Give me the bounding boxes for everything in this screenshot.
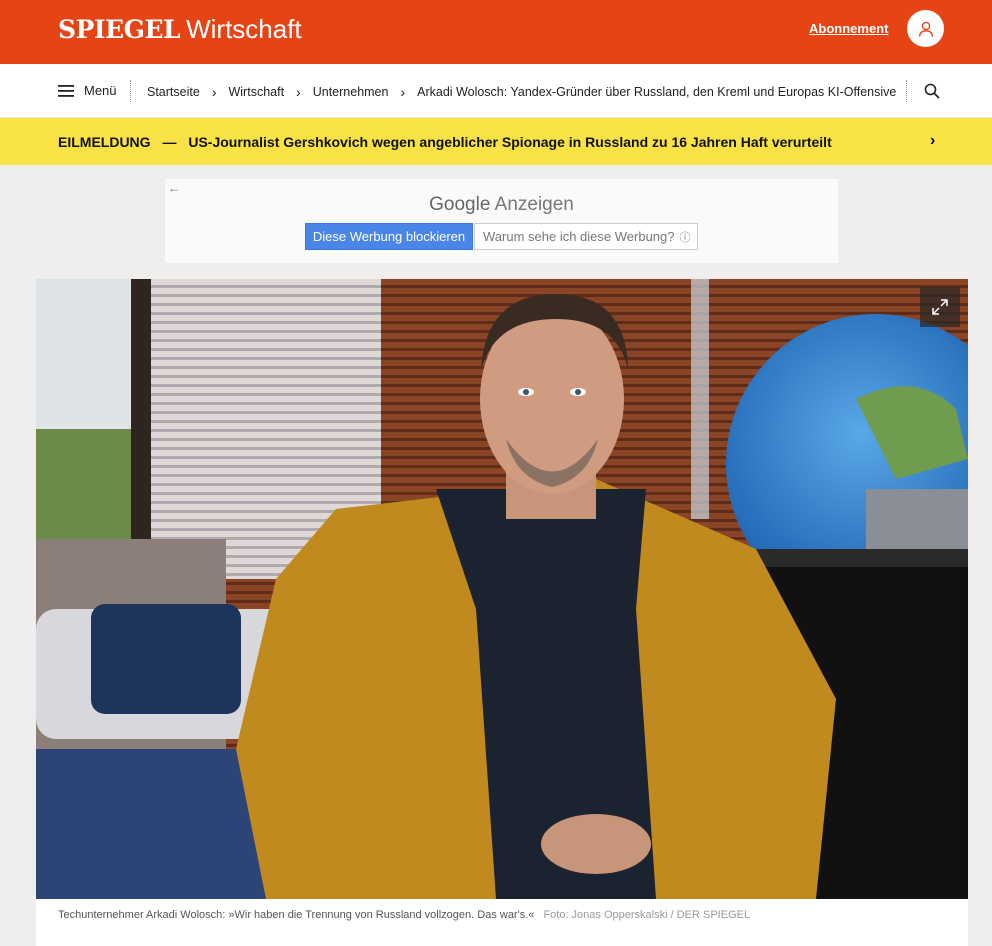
breaking-news-banner[interactable]: EILMELDUNG — US-Journalist Gershkovich w…	[0, 118, 992, 165]
breaking-label: EILMELDUNG	[58, 134, 151, 150]
subscription-link[interactable]: Abonnement	[809, 21, 888, 36]
breaking-news-text: EILMELDUNG — US-Journalist Gershkovich w…	[58, 134, 832, 150]
google-wordmark: Google	[429, 194, 491, 215]
breadcrumb-wirtschaft[interactable]: Wirtschaft	[228, 85, 284, 99]
chevron-right-icon: ›	[296, 84, 301, 100]
account-button[interactable]	[907, 10, 944, 47]
navigation-bar: Menü Startseite › Wirtschaft › Unternehm…	[0, 64, 992, 118]
menu-label: Menü	[84, 83, 117, 98]
expand-photo-button[interactable]	[920, 287, 960, 327]
photo-credit: Foto: Jonas Opperskalski / DER SPIEGEL	[543, 909, 751, 921]
user-icon	[918, 21, 933, 37]
chevron-right-icon[interactable]: ›	[930, 132, 935, 150]
portrait-photo	[36, 279, 968, 899]
menu-button[interactable]: Menü	[58, 83, 117, 98]
info-icon: ⓘ	[679, 231, 691, 244]
article-photo[interactable]	[36, 279, 968, 899]
brand-name: SPIEGEL	[58, 15, 181, 44]
ad-container: ← Google Anzeigen Diese Werbung blockier…	[165, 179, 838, 263]
search-button[interactable]	[924, 83, 940, 104]
breadcrumb-unternehmen[interactable]: Unternehmen	[313, 85, 389, 99]
caption-text: Techunternehmer Arkadi Wolosch: »Wir hab…	[58, 909, 535, 921]
why-this-ad-label: Warum sehe ich diese Werbung?	[483, 229, 675, 244]
why-this-ad-button[interactable]: Warum sehe ich diese Werbung? ⓘ	[474, 223, 698, 250]
hamburger-icon	[58, 84, 74, 97]
back-arrow-icon[interactable]: ←	[168, 181, 180, 195]
divider	[130, 80, 131, 102]
photo-caption-box: Techunternehmer Arkadi Wolosch: »Wir hab…	[36, 899, 968, 946]
expand-icon	[932, 299, 948, 315]
divider	[906, 80, 907, 102]
breadcrumb-current-article[interactable]: Arkadi Wolosch: Yandex-Gründer über Russ…	[417, 85, 896, 99]
breadcrumb: Startseite › Wirtschaft › Unternehmen › …	[147, 84, 896, 100]
top-bar: SPIEGEL Wirtschaft Abonnement	[0, 0, 992, 64]
ad-title-label: Anzeigen	[494, 194, 574, 215]
ad-title: Google Anzeigen	[165, 194, 838, 216]
chevron-right-icon: ›	[211, 84, 217, 100]
breaking-headline[interactable]: US-Journalist Gershkovich wegen angeblic…	[188, 134, 831, 150]
photo-caption: Techunternehmer Arkadi Wolosch: »Wir hab…	[58, 909, 750, 921]
site-logo[interactable]: SPIEGEL Wirtschaft	[58, 14, 302, 46]
breadcrumb-home[interactable]: Startseite	[147, 85, 200, 99]
section-name: Wirtschaft	[186, 14, 302, 44]
block-ad-button[interactable]: Diese Werbung blockieren	[305, 223, 473, 250]
breaking-dash: —	[162, 134, 177, 150]
chevron-right-icon: ›	[400, 84, 406, 100]
search-icon	[924, 83, 940, 99]
